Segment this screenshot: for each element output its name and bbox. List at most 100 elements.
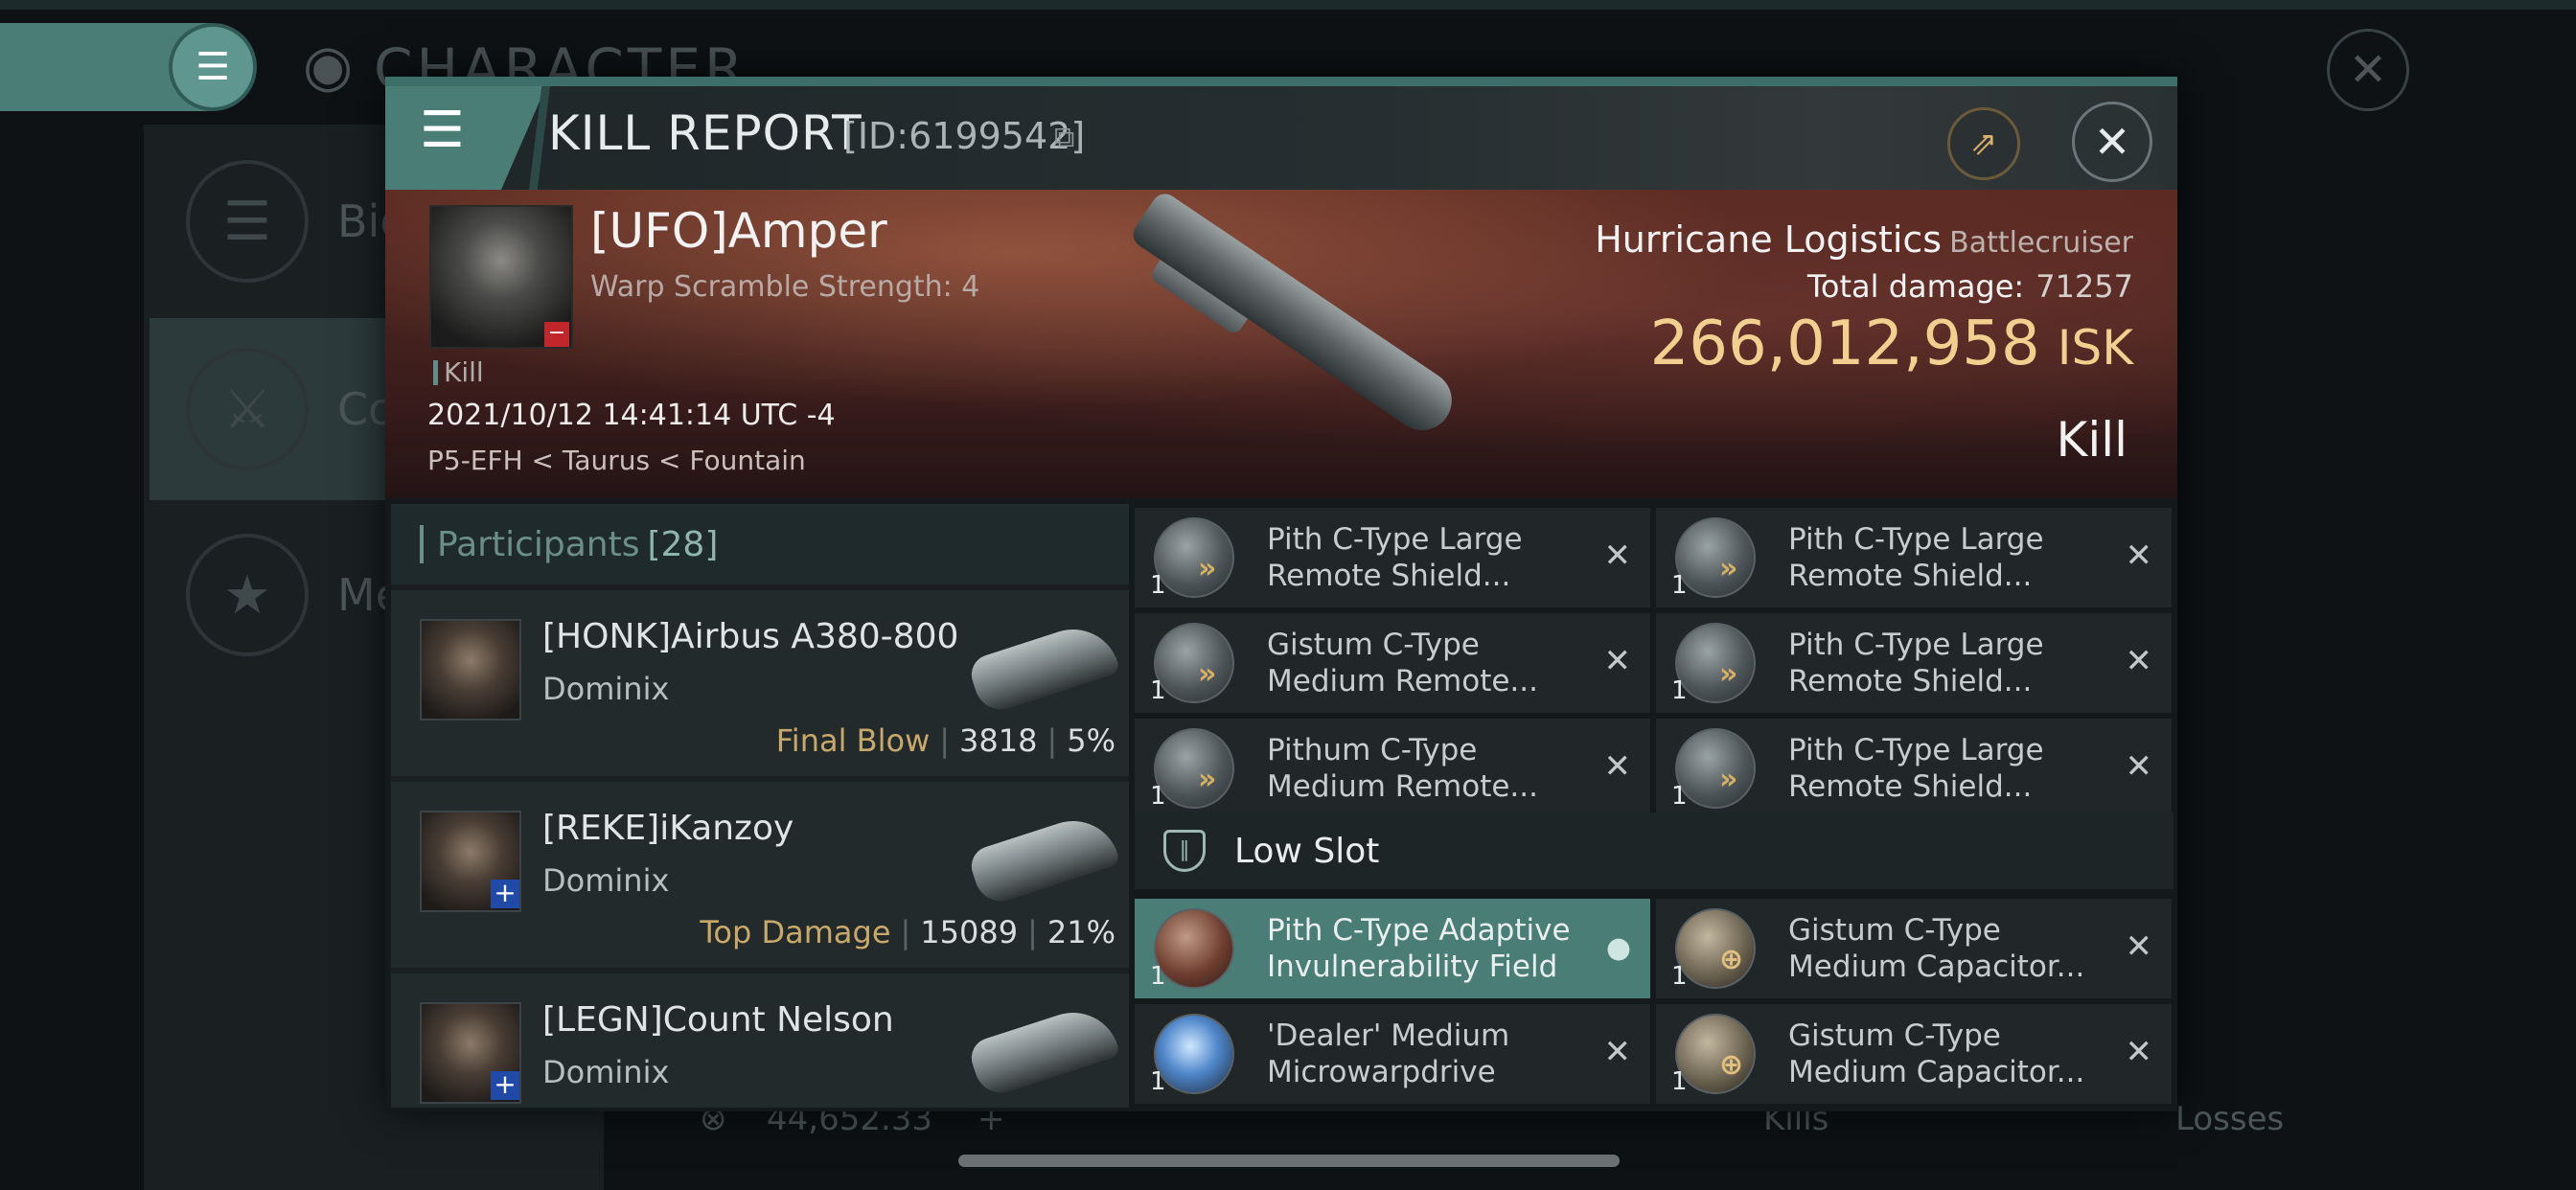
- destroyed-icon: ✕: [2125, 927, 2153, 966]
- module-slot[interactable]: » 1 Gistum C-Type Medium Remote... ✕: [1135, 613, 1650, 713]
- module-quantity: 1: [1671, 571, 1688, 600]
- module-name: 'Dealer' Medium Microwarpdrive: [1267, 1018, 1510, 1089]
- person-icon: ●: [1605, 931, 1631, 965]
- total-damage: Total damage: 71257: [1807, 268, 2133, 305]
- destroyed-icon: ✕: [1603, 747, 1632, 786]
- hamburger-icon[interactable]: ☰: [420, 102, 465, 159]
- module-slot[interactable]: » 1 Pith C-Type Large Remote Shield... ✕: [1135, 508, 1650, 607]
- module-quantity: 1: [1671, 1067, 1688, 1096]
- module-name: Gistum C-Type Medium Remote...: [1267, 628, 1538, 698]
- destroyed-icon: ✕: [2125, 642, 2153, 680]
- copy-icon[interactable]: ⧉: [1054, 121, 1074, 154]
- standing-plus-badge: +: [491, 1071, 519, 1100]
- background-top-bar: [0, 0, 2576, 10]
- destroyed-icon: ✕: [1603, 1033, 1632, 1071]
- background-menu-button[interactable]: ☰: [169, 23, 257, 111]
- module-quantity: 1: [1150, 782, 1166, 811]
- background-close-button[interactable]: ✕: [2327, 29, 2409, 111]
- participant-avatar[interactable]: [420, 619, 521, 721]
- module-slot[interactable]: » 1 Pith C-Type Large Remote Shield... ✕: [1656, 613, 2172, 713]
- background-losses-label: Losses: [2175, 1100, 2285, 1138]
- module-quantity: 1: [1150, 676, 1166, 705]
- module-slot[interactable]: ⊕ 1 Gistum C-Type Medium Capacitor... ✕: [1656, 899, 2172, 998]
- participant-row[interactable]: [HONK]Airbus A380-800 Dominix Final Blow…: [391, 590, 1129, 776]
- participant-name: [LEGN]Count Nelson: [542, 1000, 894, 1040]
- victim-ship-type: Hurricane Logistics Battlecruiser: [1595, 218, 2133, 261]
- shield-booster-icon: »: [1154, 517, 1234, 598]
- separator: |: [939, 722, 951, 759]
- module-name: Pith C-Type Large Remote Shield...: [1788, 733, 2044, 804]
- ship-class: Battlecruiser: [1949, 226, 2133, 260]
- window-title: KILL REPORT: [548, 105, 862, 161]
- fitted-modules: » 1 Pith C-Type Large Remote Shield... ✕…: [1135, 504, 2174, 1108]
- participant-ship-image: [966, 1000, 1121, 1100]
- standing-plus-badge: +: [491, 880, 519, 908]
- participant-row[interactable]: + [REKE]iKanzoy Dominix Top Damage | 15089…: [391, 782, 1129, 968]
- capacitor-battery-icon: ⊕: [1675, 908, 1756, 989]
- participant-tag: Top Damage: [700, 914, 891, 950]
- share-icon: ⇗: [1969, 125, 1998, 163]
- module-slot[interactable]: » 1 Pith C-Type Large Remote Shield... ✕: [1656, 508, 2172, 607]
- module-slot[interactable]: ⊕ 1 Gistum C-Type Medium Capacitor... ✕: [1656, 1004, 2172, 1104]
- participant-name: [HONK]Airbus A380-800: [542, 617, 959, 656]
- module-name: Pithum C-Type Medium Remote...: [1267, 733, 1538, 804]
- crossed-swords-icon: ⚔: [186, 348, 309, 470]
- module-quantity: 1: [1671, 782, 1688, 811]
- close-button[interactable]: ✕: [2072, 102, 2152, 182]
- victim-ship-image[interactable]: [1128, 190, 1463, 442]
- participant-tag: Final Blow: [775, 722, 931, 759]
- window-top-accent: [385, 77, 2177, 86]
- kill-tag: Kill: [433, 356, 484, 388]
- module-slot[interactable]: 1 'Dealer' Medium Microwarpdrive ✕: [1135, 1004, 1650, 1104]
- participant-name: [REKE]iKanzoy: [542, 809, 794, 848]
- participant-damage: 3818: [959, 722, 1038, 759]
- isk-unit: ISK: [2057, 320, 2133, 376]
- star-medal-icon: ★: [186, 534, 309, 656]
- victim-name[interactable]: [UFO]Amper: [590, 203, 887, 259]
- kill-location[interactable]: P5-EFH < Taurus < Fountain: [427, 445, 806, 476]
- participant-ship: Dominix: [542, 862, 670, 899]
- shield-booster-icon: »: [1675, 728, 1756, 809]
- module-name: Pith C-Type Large Remote Shield...: [1788, 522, 2044, 593]
- invulnerability-field-icon: [1154, 908, 1234, 989]
- shield-booster-icon: »: [1154, 728, 1234, 809]
- participant-stats: Top Damage | 15089 | 21%: [700, 914, 1116, 950]
- module-quantity: 1: [1150, 1067, 1166, 1096]
- module-name: Gistum C-Type Medium Capacitor...: [1788, 1018, 2085, 1089]
- separator: |: [900, 914, 911, 950]
- menu-icon: ☰: [186, 160, 309, 283]
- share-button[interactable]: ⇗: [1947, 107, 2020, 180]
- participant-row[interactable]: + [LEGN]Count Nelson Dominix: [391, 973, 1129, 1108]
- module-name: Pith C-Type Large Remote Shield...: [1788, 628, 2044, 698]
- module-name: Pith C-Type Adaptive Invulnerability Fie…: [1267, 913, 1571, 984]
- destroyed-icon: ✕: [2125, 1033, 2153, 1071]
- module-slot[interactable]: » 1 Pith C-Type Large Remote Shield... ✕: [1656, 719, 2172, 818]
- character-icon: ◉: [303, 33, 354, 100]
- kill-id: [ID:6199542]: [843, 115, 1086, 157]
- warp-scramble-strength: Warp Scramble Strength: 4: [590, 270, 980, 304]
- separator: |: [1046, 722, 1058, 759]
- module-slot[interactable]: » 1 Pithum C-Type Medium Remote... ✕: [1135, 719, 1650, 818]
- destroyed-icon: ✕: [2125, 747, 2153, 786]
- total-damage-value: 71257: [2036, 268, 2133, 305]
- hamburger-icon: ☰: [196, 45, 230, 89]
- separator: |: [1027, 914, 1038, 950]
- participants-label: Participants: [437, 524, 640, 564]
- participant-damage: 15089: [920, 914, 1019, 950]
- close-icon: ✕: [2348, 43, 2388, 97]
- capacitor-battery-icon: ⊕: [1675, 1014, 1756, 1094]
- ship-name: Hurricane Logistics: [1595, 218, 1943, 261]
- module-slot[interactable]: 1 Pith C-Type Adaptive Invulnerability F…: [1135, 899, 1650, 998]
- destroyed-icon: ✕: [1603, 537, 1632, 575]
- module-quantity: 1: [1150, 571, 1166, 600]
- result-label: Kill: [2056, 412, 2128, 468]
- close-icon: ✕: [2093, 116, 2131, 168]
- module-name: Pith C-Type Large Remote Shield...: [1267, 522, 1523, 593]
- participants-panel: Participants [28] [HONK]Airbus A380-800 D…: [391, 504, 1129, 1108]
- kill-datetime: 2021/10/12 14:41:14 UTC -4: [427, 399, 836, 432]
- participant-ship-image: [966, 617, 1121, 717]
- module-quantity: 1: [1671, 962, 1688, 991]
- low-slot-icon: ∥: [1163, 830, 1206, 872]
- module-quantity: 1: [1671, 676, 1688, 705]
- participant-percent: 21%: [1046, 914, 1116, 950]
